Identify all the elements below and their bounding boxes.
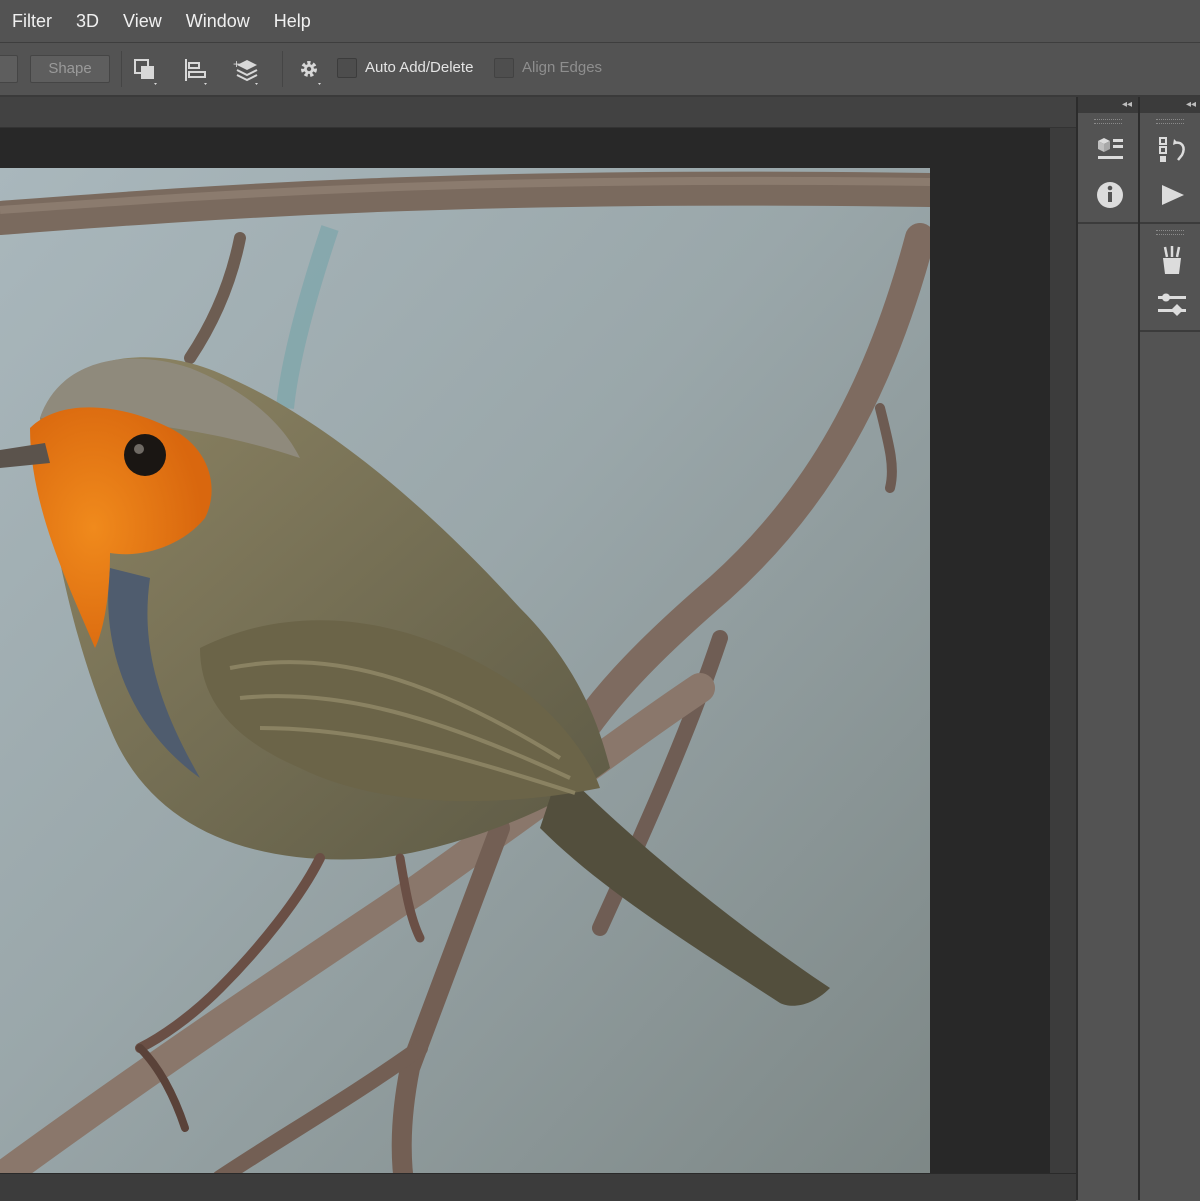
document-area <box>0 97 1076 1201</box>
toolbar-separator <box>282 51 283 87</box>
path-operations-icon[interactable] <box>132 57 160 85</box>
brush-presets-icon[interactable] <box>1152 243 1192 279</box>
toolbar-separator <box>121 51 122 87</box>
partial-option-button[interactable] <box>0 55 18 83</box>
menu-help[interactable]: Help <box>262 0 323 42</box>
panel-dock-column-1: ◂◂ <box>1076 97 1138 1200</box>
play-actions-icon[interactable] <box>1152 177 1192 213</box>
menu-window[interactable]: Window <box>174 0 262 42</box>
panel-divider <box>1140 222 1200 224</box>
auto-add-delete-checkbox[interactable] <box>337 58 357 78</box>
properties-icon[interactable] <box>1152 133 1192 169</box>
menu-filter[interactable]: Filter <box>0 0 64 42</box>
canvas-pasteboard[interactable] <box>0 128 1050 1190</box>
collapse-dock-button[interactable]: ◂◂ <box>1078 97 1138 113</box>
collapse-dock-button[interactable]: ◂◂ <box>1140 97 1200 113</box>
history-icon[interactable] <box>1090 133 1130 169</box>
document-tab-strip <box>0 97 1076 128</box>
align-edges-label: Align Edges <box>522 59 603 76</box>
gear-icon[interactable] <box>296 57 324 85</box>
path-arrangement-icon[interactable]: + <box>233 57 261 85</box>
path-alignment-icon[interactable] <box>182 57 210 85</box>
align-edges-checkbox[interactable] <box>494 58 514 78</box>
panel-grip[interactable] <box>1156 119 1184 124</box>
info-icon[interactable] <box>1090 177 1130 213</box>
auto-add-delete-label: Auto Add/Delete <box>365 59 474 76</box>
panel-divider <box>1140 330 1200 332</box>
robin-photo-canvas[interactable] <box>0 168 930 1190</box>
shape-button[interactable]: Shape <box>30 55 110 83</box>
menu-view[interactable]: View <box>111 0 174 42</box>
svg-text:+: + <box>233 57 240 71</box>
panel-divider <box>1078 222 1138 224</box>
horizontal-scrollbar[interactable] <box>0 1173 1076 1201</box>
menu-bar: Filter 3D View Window Help <box>0 0 1200 43</box>
panel-grip[interactable] <box>1156 230 1184 235</box>
vertical-scrollbar[interactable] <box>1050 128 1076 1173</box>
panel-dock-column-2: ◂◂ <box>1138 97 1200 1200</box>
menu-3d[interactable]: 3D <box>64 0 111 42</box>
panel-grip[interactable] <box>1094 119 1122 124</box>
adjustments-icon[interactable] <box>1152 287 1192 323</box>
